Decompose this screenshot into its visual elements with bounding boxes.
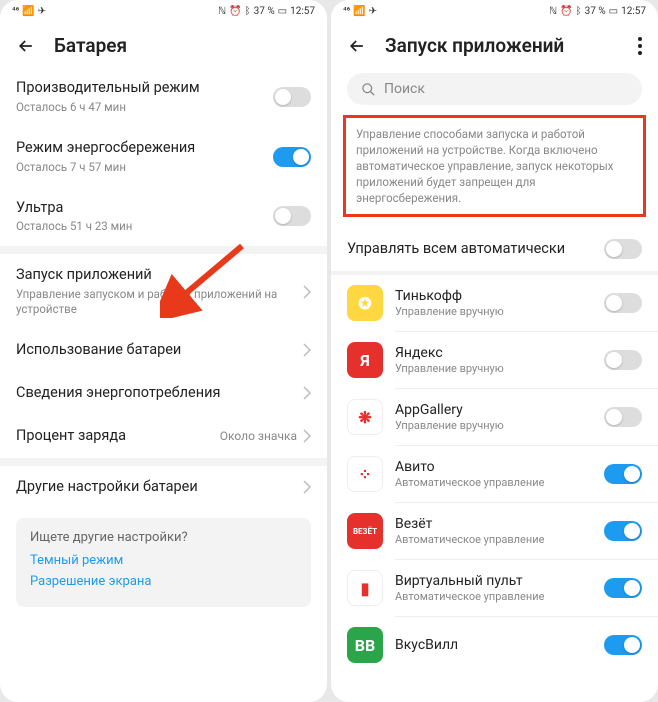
chevron-right-icon (303, 285, 311, 299)
header: Запуск приложений (331, 22, 658, 67)
bluetooth-icon: ᛒ (576, 6, 582, 17)
app-toggle[interactable] (604, 464, 642, 484)
app-name: Виртуальный пульт (395, 573, 592, 589)
tip-link-dark-mode[interactable]: Темный режим (30, 553, 297, 568)
battery-percent: 37 % (585, 6, 606, 17)
app-toggle[interactable] (604, 521, 642, 541)
signal-icon: ⁴⁶ (343, 6, 350, 17)
app-toggle[interactable] (604, 407, 642, 427)
more-icon[interactable] (638, 37, 642, 55)
chevron-right-icon (303, 429, 311, 443)
app-sub: Управление вручную (395, 419, 592, 432)
alarm-icon: ⏰ (560, 6, 572, 17)
back-icon[interactable] (347, 36, 367, 56)
app-icon: ⁘ (347, 456, 383, 492)
chevron-right-icon (303, 343, 311, 357)
performance-mode-row[interactable]: Производительный режим Осталось 6 ч 47 м… (0, 67, 327, 127)
telegram-icon: ✈ (369, 6, 377, 17)
other-settings-row[interactable]: Другие настройки батареи (0, 466, 327, 509)
back-icon[interactable] (16, 36, 36, 56)
app-row[interactable]: ✪ ТинькоффУправление вручную (331, 275, 658, 331)
tip-title: Ищете другие настройки? (30, 530, 297, 545)
app-name: Тинькофф (395, 288, 592, 304)
app-sub: Автоматическое управление (395, 476, 592, 489)
app-toggle[interactable] (604, 635, 642, 655)
battery-icon: ▭ (609, 6, 618, 17)
app-name: Авито (395, 459, 592, 475)
percent-row[interactable]: Процент заряда Около значка (0, 415, 327, 458)
app-row[interactable]: ВВ ВкусВилл (331, 617, 658, 673)
app-icon: ВЕЗЁТ (347, 513, 383, 549)
app-sub: Управление вручную (395, 362, 592, 375)
battery-icon: ▭ (278, 6, 287, 17)
search-placeholder: Поиск (384, 81, 425, 97)
nfc-icon: ℕ (549, 6, 557, 17)
app-row[interactable]: ▮ Виртуальный пультАвтоматическое управле… (331, 560, 658, 616)
power-saving-row[interactable]: Режим энергосбережения Осталось 7 ч 57 м… (0, 127, 327, 187)
search-icon (361, 82, 376, 97)
battery-percent: 37 % (254, 6, 275, 17)
page-title: Батарея (54, 34, 127, 57)
battery-settings-screen: ⁴⁶ 📶 ✈ ℕ ⏰ ᛒ 37 % ▭ 12:57 Батарея Произв… (0, 0, 327, 702)
power-details-row[interactable]: Сведения энергопотребления (0, 372, 327, 415)
performance-toggle[interactable] (273, 87, 311, 107)
app-name: Везёт (395, 516, 592, 532)
app-icon: ВВ (347, 627, 383, 663)
nfc-icon: ℕ (218, 6, 226, 17)
app-row[interactable]: Я ЯндексУправление вручную (331, 332, 658, 388)
app-sub: Автоматическое управление (395, 590, 592, 603)
ultra-row[interactable]: Ультра Осталось 51 ч 23 мин (0, 187, 327, 247)
app-row[interactable]: ⁘ АвитоАвтоматическое управление (331, 446, 658, 502)
app-sub: Автоматическое управление (395, 533, 592, 546)
app-toggle[interactable] (604, 578, 642, 598)
app-launch-screen: ⁴⁶ 📶 ✈ ℕ ⏰ ᛒ 37 % ▭ 12:57 Запуск приложе… (331, 0, 658, 702)
percent-value: Около значка (220, 429, 297, 443)
app-launch-row[interactable]: Запуск приложений Управление запуском и … (0, 254, 327, 329)
manage-all-row[interactable]: Управлять всем автоматически (331, 227, 658, 271)
alarm-icon: ⏰ (229, 6, 241, 17)
status-bar: ⁴⁶ 📶 ✈ ℕ ⏰ ᛒ 37 % ▭ 12:57 (331, 0, 658, 22)
search-input[interactable]: Поиск (347, 73, 642, 105)
page-title: Запуск приложений (385, 34, 564, 57)
header: Батарея (0, 22, 327, 67)
power-saving-toggle[interactable] (273, 147, 311, 167)
bluetooth-icon: ᛒ (245, 6, 251, 17)
tip-link-resolution[interactable]: Разрешение экрана (30, 574, 297, 589)
chevron-right-icon (303, 386, 311, 400)
app-toggle[interactable] (604, 293, 642, 313)
tip-box: Ищете другие настройки? Темный режим Раз… (16, 518, 311, 607)
signal-icon: ⁴⁶ (12, 6, 19, 17)
chevron-right-icon (303, 480, 311, 494)
app-name: ВкусВилл (395, 637, 592, 653)
telegram-icon: ✈ (38, 6, 46, 17)
app-name: AppGallery (395, 402, 592, 418)
app-icon: Я (347, 342, 383, 378)
manage-all-toggle[interactable] (604, 239, 642, 259)
wifi-icon: 📶 (22, 6, 34, 17)
battery-usage-row[interactable]: Использование батареи (0, 329, 327, 372)
app-icon: ❋ (347, 399, 383, 435)
info-box: Управление способами запуска и работой п… (343, 115, 646, 217)
app-icon: ✪ (347, 285, 383, 321)
app-icon: ▮ (347, 570, 383, 606)
status-bar: ⁴⁶ 📶 ✈ ℕ ⏰ ᛒ 37 % ▭ 12:57 (0, 0, 327, 22)
clock: 12:57 (621, 6, 646, 17)
ultra-toggle[interactable] (273, 206, 311, 226)
app-row[interactable]: ❋ AppGalleryУправление вручную (331, 389, 658, 445)
wifi-icon: 📶 (353, 6, 365, 17)
app-row[interactable]: ВЕЗЁТ ВезётАвтоматическое управление (331, 503, 658, 559)
clock: 12:57 (290, 6, 315, 17)
app-toggle[interactable] (604, 350, 642, 370)
app-sub: Управление вручную (395, 305, 592, 318)
app-list: ✪ТинькоффУправление вручнуюЯЯндексУправл… (331, 275, 658, 673)
app-name: Яндекс (395, 345, 592, 361)
